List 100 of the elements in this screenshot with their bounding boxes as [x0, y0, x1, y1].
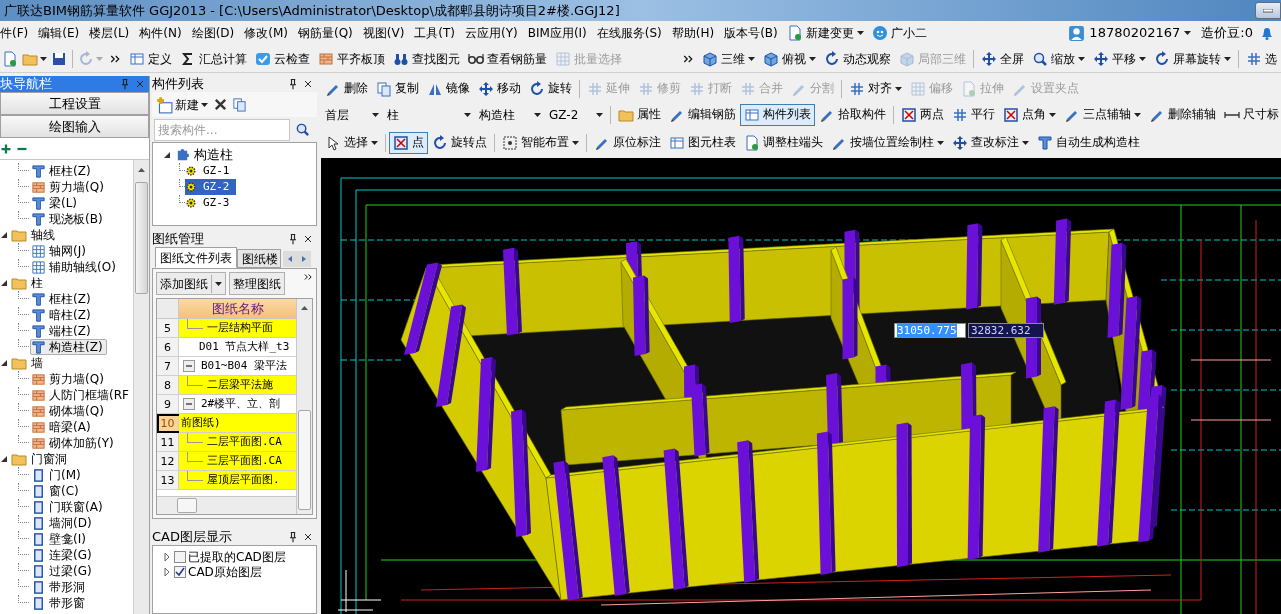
- collapse-icon[interactable]: [183, 360, 195, 372]
- tab[interactable]: 图纸文件列表: [155, 247, 237, 268]
- tree-item[interactable]: 带形窗: [30, 595, 89, 611]
- toolbar-button[interactable]: 复制: [372, 78, 423, 100]
- table-cell[interactable]: 二层平面图.CA: [179, 433, 297, 452]
- toolbar-button[interactable]: 平行: [948, 104, 999, 126]
- menu-item[interactable]: 版本号(B): [719, 22, 783, 44]
- toolbar-button[interactable]: 整理图纸: [229, 272, 285, 295]
- table-cell[interactable]: 2#楼平、立、剖: [179, 395, 297, 414]
- toolbar-button[interactable]: 拾取构件: [815, 104, 890, 126]
- tree-item[interactable]: 构造柱(Z): [30, 339, 107, 355]
- pages-icon[interactable]: [232, 97, 247, 112]
- toolbar-button[interactable]: 添加图纸: [156, 272, 226, 295]
- table-cell[interactable]: 一层结构平面: [179, 319, 297, 338]
- table-cell[interactable]: D01 节点大样_t3: [179, 338, 297, 357]
- tree-item[interactable]: 轴网(J): [30, 243, 90, 259]
- toolbar-button[interactable]: 查找图元: [389, 47, 464, 70]
- tree-item[interactable]: 端柱(Z): [30, 323, 95, 339]
- toolbar-button[interactable]: 删除辅轴: [1145, 104, 1220, 126]
- tree-item[interactable]: 砌体墙(Q): [30, 403, 108, 419]
- scrollbar[interactable]: [133, 160, 149, 614]
- menu-button[interactable]: 新建变更: [782, 22, 868, 44]
- toolbar-button[interactable]: 构件列表: [740, 104, 815, 126]
- toolbar-button[interactable]: 镜像: [423, 78, 474, 100]
- tree-item[interactable]: 连梁(G): [30, 547, 96, 563]
- menu-item[interactable]: 工具(T): [409, 22, 461, 44]
- search-field[interactable]: 搜索构件...: [154, 118, 290, 141]
- tab[interactable]: 图纸楼: [237, 249, 281, 268]
- toolbar-button[interactable]: 平齐板顶: [314, 47, 389, 70]
- menu-item[interactable]: 绘图(D): [186, 22, 240, 44]
- toolbar-button[interactable]: 图元柱表: [665, 132, 740, 154]
- tree-item[interactable]: 墙洞(D): [30, 515, 96, 531]
- tree-group[interactable]: 柱: [11, 275, 43, 291]
- toolbar-button[interactable]: 两点: [897, 104, 948, 126]
- toolbar-button[interactable]: 全屏: [977, 47, 1028, 70]
- tree-item[interactable]: 框柱(Z): [30, 291, 95, 307]
- toolbar-button[interactable]: 三维: [698, 47, 759, 70]
- menu-button[interactable]: 广小二: [867, 22, 931, 44]
- tree-item[interactable]: 现浇板(B): [30, 211, 107, 227]
- dropdown-field[interactable]: 构造柱: [475, 105, 545, 125]
- table-cell[interactable]: 前图纸): [179, 414, 297, 433]
- toolbar-button[interactable]: 属性: [614, 104, 665, 126]
- toolbar-button[interactable]: 编辑钢筋: [665, 104, 740, 126]
- toolbar-button[interactable]: 屏幕旋转: [1150, 47, 1235, 70]
- toolbar-button[interactable]: 动态观察: [820, 47, 895, 70]
- tree-item[interactable]: 带形洞: [30, 579, 89, 595]
- table-cell[interactable]: B01~B04 梁平法: [179, 357, 297, 376]
- tree-item[interactable]: 梁(L): [30, 195, 82, 211]
- toolbar-button[interactable]: 汇总计算: [176, 47, 251, 70]
- tree-item[interactable]: GZ-3: [185, 195, 236, 211]
- close-icon[interactable]: [302, 531, 314, 543]
- collapse-icon[interactable]: [183, 398, 195, 410]
- close-icon[interactable]: [302, 78, 314, 90]
- nav-button[interactable]: 工程设置: [0, 92, 149, 115]
- pin-icon[interactable]: [287, 233, 299, 245]
- tree-item[interactable]: 暗梁(A): [30, 419, 95, 435]
- menu-item[interactable]: 帮助(H): [666, 22, 720, 44]
- toolbar-button[interactable]: 选择: [321, 132, 382, 154]
- tree-group[interactable]: 轴线: [11, 227, 55, 243]
- toolbar-button[interactable]: 原位标注: [590, 132, 665, 154]
- close-icon[interactable]: [302, 233, 314, 245]
- account-button[interactable]: 18780202167: [1064, 22, 1196, 44]
- checkbox-box[interactable]: [174, 550, 186, 563]
- toolbar-button[interactable]: 点角: [999, 104, 1060, 126]
- collapse-arrow-icon[interactable]: [0, 455, 8, 463]
- minimize-button[interactable]: [1255, 2, 1281, 19]
- tree-item[interactable]: 人防门框墙(RF: [30, 387, 133, 403]
- tree-item[interactable]: 门联窗(A): [30, 499, 107, 515]
- tree-item[interactable]: 门(M): [30, 467, 85, 483]
- menu-item[interactable]: 修改(M): [239, 22, 293, 44]
- tree-group[interactable]: 构造柱: [175, 146, 233, 163]
- toolbar-button[interactable]: 删除: [321, 78, 372, 100]
- dropdown-field[interactable]: 首层: [321, 105, 383, 125]
- toolbar-button[interactable]: 旋转点: [428, 132, 491, 154]
- toolbar-button[interactable]: 三点辅轴: [1060, 104, 1145, 126]
- pin-icon[interactable]: [287, 78, 299, 90]
- collapse-arrow-icon[interactable]: [0, 231, 8, 239]
- dropdown-field[interactable]: GZ-2: [545, 105, 607, 125]
- toolbar-button[interactable]: 移动: [474, 78, 525, 100]
- menu-item[interactable]: 钢筋量(Q): [292, 22, 358, 44]
- toolbar-button[interactable]: 旋转: [525, 78, 576, 100]
- table-cell[interactable]: 屋顶层平面图.: [179, 471, 297, 490]
- coordinate-field[interactable]: 32832.632: [968, 323, 1044, 338]
- scrollbar[interactable]: [296, 299, 312, 514]
- tree-item[interactable]: 框柱(Z): [30, 163, 95, 179]
- tree-item[interactable]: 过梁(G): [30, 563, 96, 579]
- toolbar-button[interactable]: 查改标注: [948, 132, 1033, 154]
- scrollbar-thumb[interactable]: [135, 182, 148, 294]
- dropdown-field[interactable]: 柱: [383, 105, 475, 125]
- collapse-arrow-icon[interactable]: [0, 279, 8, 287]
- scrollbar-thumb[interactable]: [177, 498, 197, 513]
- tree-item[interactable]: GZ-1: [185, 163, 236, 179]
- table-cell[interactable]: 三层平面图.CA: [179, 452, 297, 471]
- tree-item[interactable]: 剪力墙(Q): [30, 371, 108, 387]
- menu-item[interactable]: 在线服务(S): [591, 22, 667, 44]
- menu-item[interactable]: BIM应用(I): [522, 22, 592, 44]
- collapse-arrow-icon[interactable]: [163, 150, 171, 159]
- toolbar-button[interactable]: 按墙位置绘制柱: [827, 132, 948, 154]
- close-icon[interactable]: [213, 97, 228, 112]
- toolbar-button[interactable]: 缩放: [1028, 47, 1089, 70]
